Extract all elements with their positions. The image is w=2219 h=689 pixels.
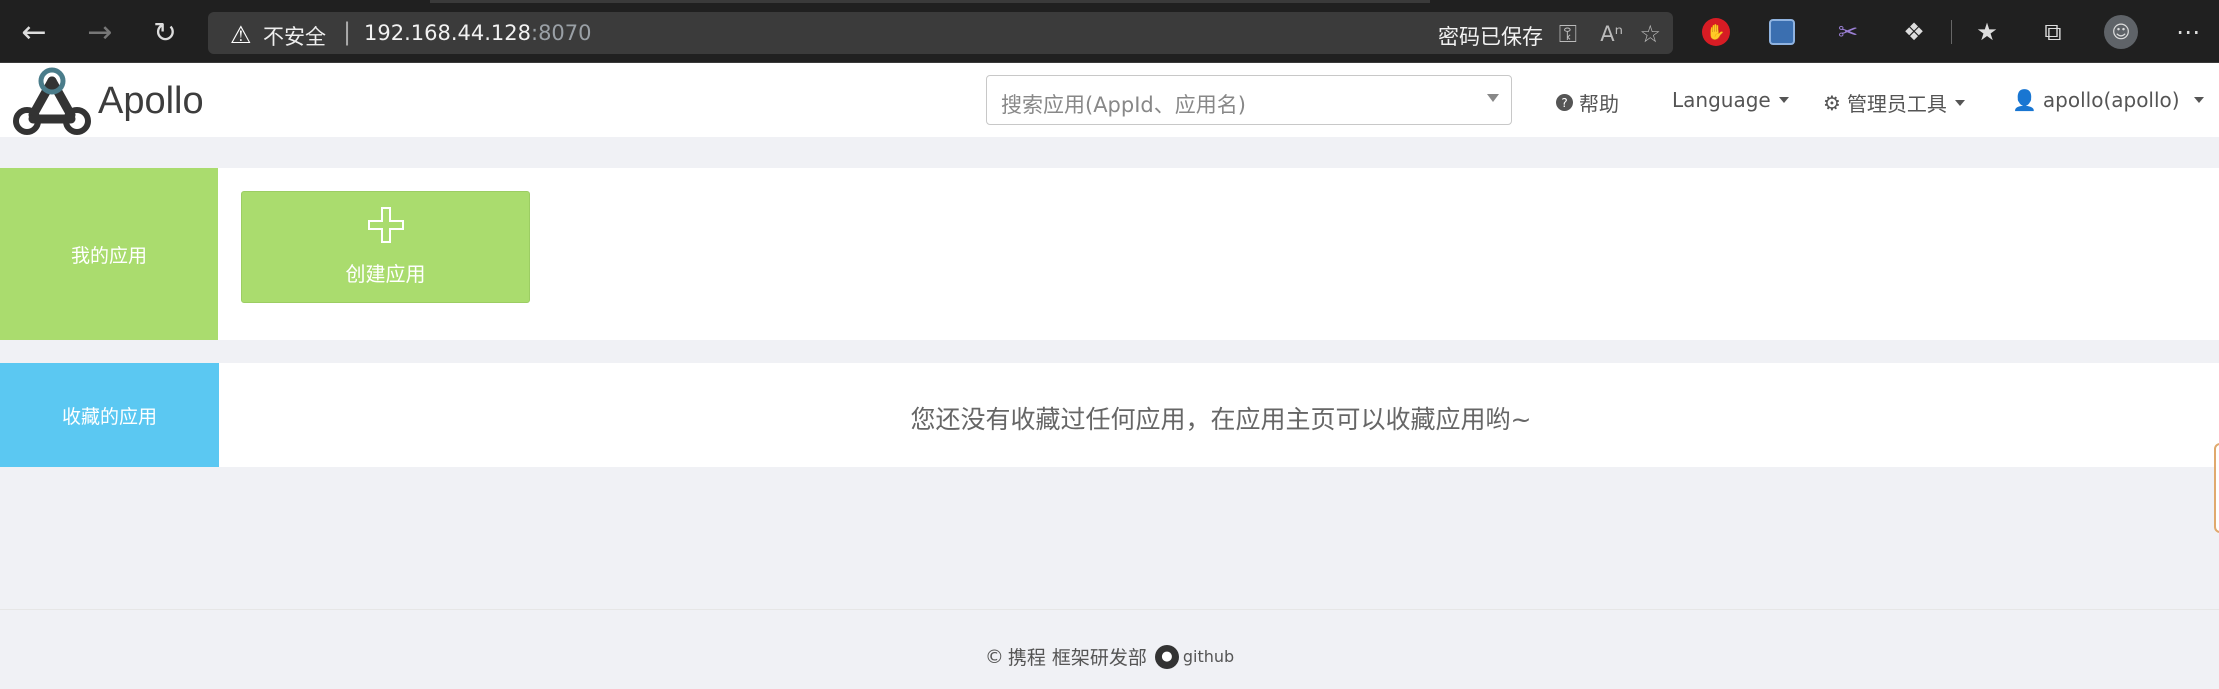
user-icon: 👤 [2012, 88, 2037, 112]
app-search-select[interactable]: 搜索应用(AppId、应用名) [986, 75, 1512, 125]
back-icon[interactable]: ← [14, 12, 54, 52]
help-label: 帮助 [1579, 92, 1619, 116]
logo-text[interactable]: Apollo [98, 80, 204, 123]
read-aloud-icon[interactable]: Aⁿ [1600, 22, 1623, 46]
toolbar-divider [1951, 20, 1952, 44]
create-app-button[interactable]: 创建应用 [241, 191, 530, 303]
forward-icon[interactable]: → [80, 12, 120, 52]
apollo-logo-icon[interactable] [13, 67, 91, 141]
favorites-empty-message: 您还没有收藏过任何应用，在应用主页可以收藏应用哟~ [910, 405, 1532, 434]
search-placeholder: 搜索应用(AppId、应用名) [1001, 93, 1246, 117]
extension-adblock-icon[interactable]: ✋ [1698, 14, 1734, 50]
chevron-down-icon[interactable] [1487, 94, 1499, 102]
user-label: apollo(apollo) [2042, 88, 2180, 112]
url-host: 192.168.44.128 [364, 21, 531, 45]
insecure-label: 不安全 [263, 25, 326, 49]
side-feedback-tab[interactable] [2214, 443, 2219, 533]
admin-tools-label: 管理员工具 [1846, 92, 1947, 116]
footer-company: 携程 框架研发部 [1007, 647, 1147, 669]
collections-icon[interactable]: ⧉ [2035, 14, 2071, 50]
favorites-section-label: 收藏的应用 [0, 363, 219, 467]
tab-strip [430, 0, 1430, 3]
extensions-icon[interactable]: ❖ [1896, 14, 1932, 50]
language-dropdown[interactable]: Language [1672, 88, 1789, 112]
plus-icon [368, 207, 404, 243]
reload-icon[interactable]: ↻ [145, 12, 185, 52]
warning-icon: ⚠ [230, 21, 252, 49]
address-separator: | [343, 18, 352, 46]
browser-toolbar: ← → ↻ ⚠ 不安全 | 192.168.44.128:8070 密码已保存 … [0, 0, 2219, 63]
gear-icon: ⚙ [1823, 90, 1841, 115]
footer-divider [0, 609, 2219, 610]
profile-icon[interactable]: ☺ [2103, 14, 2139, 50]
extension-blue-icon[interactable] [1764, 14, 1800, 50]
favorites-icon[interactable]: ★ [1969, 14, 2005, 50]
more-icon[interactable]: ⋯ [2170, 14, 2206, 50]
caret-down-icon [1778, 97, 1789, 103]
help-link[interactable]: ? 帮助 [1556, 88, 1619, 117]
github-link[interactable]: github [1183, 647, 1234, 666]
github-icon[interactable]: ● [1154, 644, 1179, 669]
url-port: :8070 [531, 21, 592, 45]
copyright-icon: © [984, 645, 1004, 668]
language-label: Language [1672, 88, 1771, 112]
question-circle-icon: ? [1556, 94, 1573, 111]
password-saved-label[interactable]: 密码已保存 [1438, 21, 1543, 51]
admin-tools-dropdown[interactable]: ⚙ 管理员工具 [1823, 88, 1965, 117]
create-app-label: 创建应用 [345, 262, 426, 286]
key-icon[interactable]: ⚿ [1559, 20, 1577, 48]
add-favorite-icon[interactable]: ☆ [1639, 20, 1661, 48]
my-apps-section-label: 我的应用 [0, 168, 218, 340]
address-bar[interactable]: ⚠ 不安全 | 192.168.44.128:8070 密码已保存 ⚿ Aⁿ ☆ [208, 12, 1673, 54]
web-capture-icon[interactable]: ✂ [1830, 14, 1866, 50]
user-dropdown[interactable]: 👤 apollo(apollo) [2012, 88, 2204, 112]
url-text: 192.168.44.128:8070 [364, 21, 592, 45]
footer: © 携程 框架研发部 ● github [0, 643, 2219, 670]
caret-down-icon [1954, 99, 1965, 106]
caret-down-icon [2193, 97, 2204, 103]
